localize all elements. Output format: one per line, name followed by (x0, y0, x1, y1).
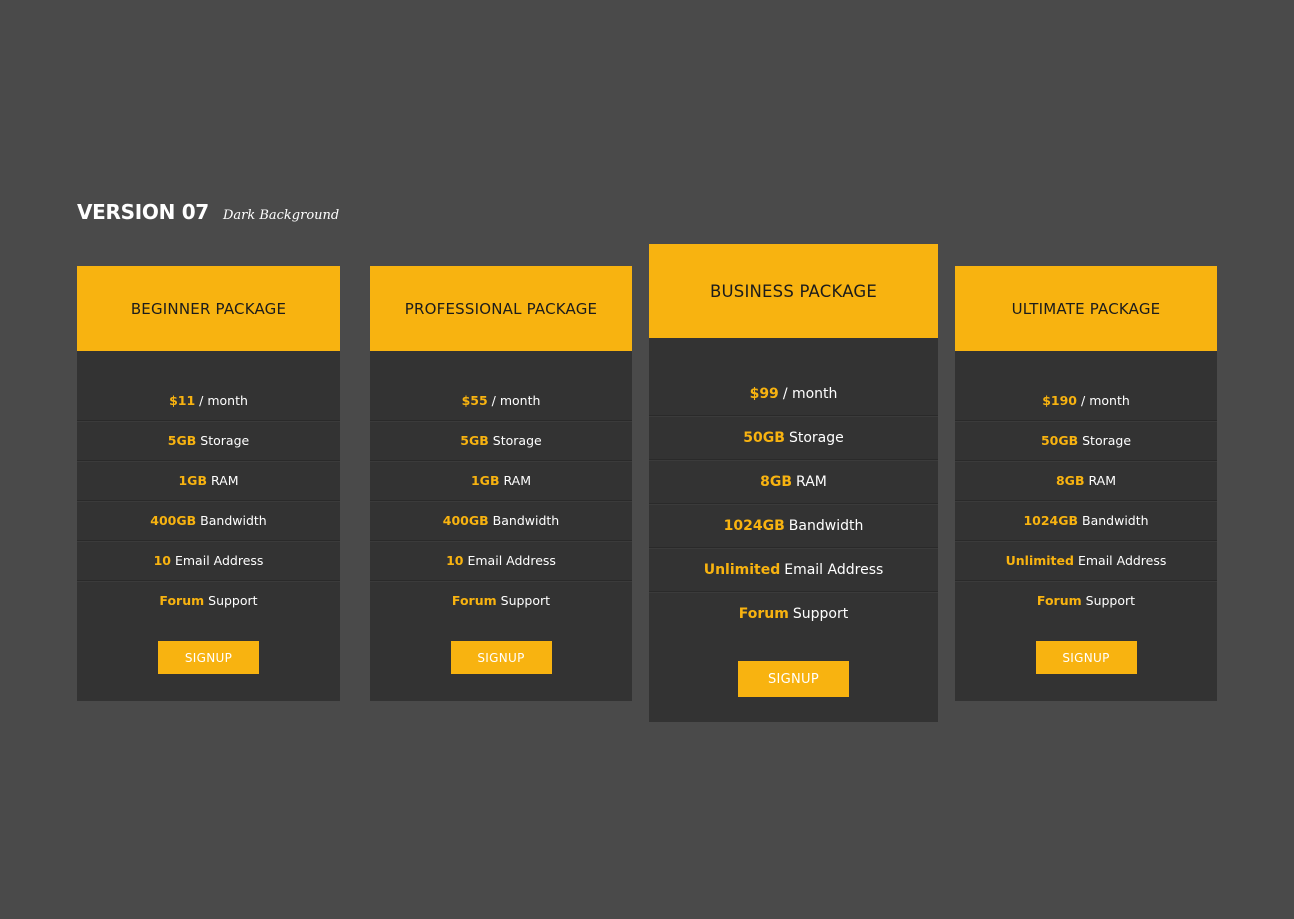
card-title: PROFESSIONAL PACKAGE (370, 266, 632, 351)
email-value: 10 (446, 553, 464, 568)
bandwidth-value: 400GB (442, 513, 489, 528)
support-label: Support (500, 593, 551, 608)
bandwidth-label: Bandwidth (788, 517, 864, 534)
version-subtitle: Dark Background (222, 208, 340, 223)
storage-row: 50GB Storage (649, 416, 938, 460)
signup-button-business[interactable]: SIGNUP (738, 661, 849, 697)
support-row: Forum Support (77, 581, 340, 620)
ram-row: 8GB RAM (649, 460, 938, 504)
price-row: $99/ month (649, 372, 938, 416)
ram-label: RAM (210, 473, 239, 488)
feature-list: $190/ month 50GB Storage 8GB RAM 1024GB Ban… (955, 381, 1217, 620)
ram-label: RAM (1088, 473, 1116, 488)
bandwidth-label: Bandwidth (1082, 513, 1149, 528)
card-title: BEGINNER PACKAGE (77, 266, 340, 351)
feature-list: $99/ month 50GB Storage 8GB RAM 1024GB Band… (649, 372, 938, 635)
storage-value: 50GB (743, 429, 785, 446)
bandwidth-row: 400GB Bandwidth (370, 501, 632, 541)
price-suffix: / month (491, 393, 541, 408)
ram-value: 8GB (1055, 473, 1085, 488)
storage-label: Storage (1082, 433, 1132, 448)
storage-value: 5GB (167, 433, 197, 448)
bandwidth-row: 1024GB Bandwidth (649, 504, 938, 548)
price-suffix: / month (199, 393, 248, 408)
bandwidth-value: 1024GB (1023, 513, 1079, 528)
version-title: VERSION 07 (77, 200, 209, 224)
pricing-card-professional: PROFESSIONAL PACKAGE $55/ month 5GB Stora… (370, 266, 632, 701)
ram-row: 1GB RAM (77, 461, 340, 501)
storage-row: 50GB Storage (955, 421, 1217, 461)
price-value: $99 (749, 385, 779, 402)
email-row: Unlimited Email Address (649, 548, 938, 592)
email-row: 10 Email Address (77, 541, 340, 581)
price-row: $190/ month (955, 381, 1217, 421)
support-value: Forum (451, 593, 497, 608)
feature-list: $55/ month 5GB Storage 1GB RAM 400GB Bandwi… (370, 381, 632, 620)
ram-label: RAM (503, 473, 531, 488)
email-label: Email Address (174, 553, 264, 568)
price-suffix: / month (782, 385, 838, 402)
signup-button-beginner[interactable]: SIGNUP (158, 641, 259, 674)
section-heading: VERSION 07 Dark Background (77, 200, 339, 224)
price-value: $190 (1042, 393, 1078, 408)
ram-value: 1GB (470, 473, 500, 488)
card-title: BUSINESS PACKAGE (649, 244, 938, 338)
price-value: $11 (169, 393, 196, 408)
signup-button-professional[interactable]: SIGNUP (450, 641, 552, 674)
price-row: $11/ month (77, 381, 340, 421)
ram-row: 8GB RAM (955, 461, 1217, 501)
support-value: Forum (1036, 593, 1082, 608)
email-row: Unlimited Email Address (955, 541, 1217, 581)
storage-row: 5GB Storage (77, 421, 340, 461)
pricing-card-ultimate: ULTIMATE PACKAGE $190/ month 50GB Storage… (955, 266, 1217, 701)
support-label: Support (1085, 593, 1136, 608)
storage-label: Storage (200, 433, 250, 448)
support-label: Support (792, 605, 849, 622)
ram-value: 1GB (178, 473, 207, 488)
email-value: Unlimited (1005, 553, 1074, 568)
price-value: $55 (461, 393, 488, 408)
price-row: $55/ month (370, 381, 632, 421)
ram-row: 1GB RAM (370, 461, 632, 501)
support-row: Forum Support (649, 592, 938, 635)
bandwidth-row: 400GB Bandwidth (77, 501, 340, 541)
support-label: Support (208, 593, 258, 608)
ram-value: 8GB (760, 473, 793, 490)
bandwidth-value: 1024GB (723, 517, 785, 534)
feature-list: $11/ month 5GB Storage 1GB RAM 400GB Bandwi… (77, 381, 340, 620)
email-label: Email Address (1077, 553, 1167, 568)
storage-value: 50GB (1040, 433, 1079, 448)
storage-value: 5GB (460, 433, 489, 448)
storage-label: Storage (492, 433, 542, 448)
bandwidth-value: 400GB (150, 513, 197, 528)
card-title: ULTIMATE PACKAGE (955, 266, 1217, 351)
storage-label: Storage (788, 429, 844, 446)
email-value: Unlimited (703, 561, 781, 578)
support-row: Forum Support (370, 581, 632, 620)
pricing-card-business: BUSINESS PACKAGE $99/ month 50GB Storage … (649, 244, 938, 722)
support-value: Forum (159, 593, 205, 608)
bandwidth-label: Bandwidth (200, 513, 267, 528)
email-value: 10 (153, 553, 171, 568)
email-label: Email Address (467, 553, 556, 568)
email-label: Email Address (784, 561, 884, 578)
price-suffix: / month (1081, 393, 1130, 408)
signup-button-ultimate[interactable]: SIGNUP (1035, 641, 1137, 674)
ram-label: RAM (796, 473, 827, 490)
storage-row: 5GB Storage (370, 421, 632, 461)
bandwidth-label: Bandwidth (492, 513, 560, 528)
pricing-card-beginner: BEGINNER PACKAGE $11/ month 5GB Storage 1… (77, 266, 340, 701)
support-row: Forum Support (955, 581, 1217, 620)
bandwidth-row: 1024GB Bandwidth (955, 501, 1217, 541)
email-row: 10 Email Address (370, 541, 632, 581)
support-value: Forum (738, 605, 789, 622)
